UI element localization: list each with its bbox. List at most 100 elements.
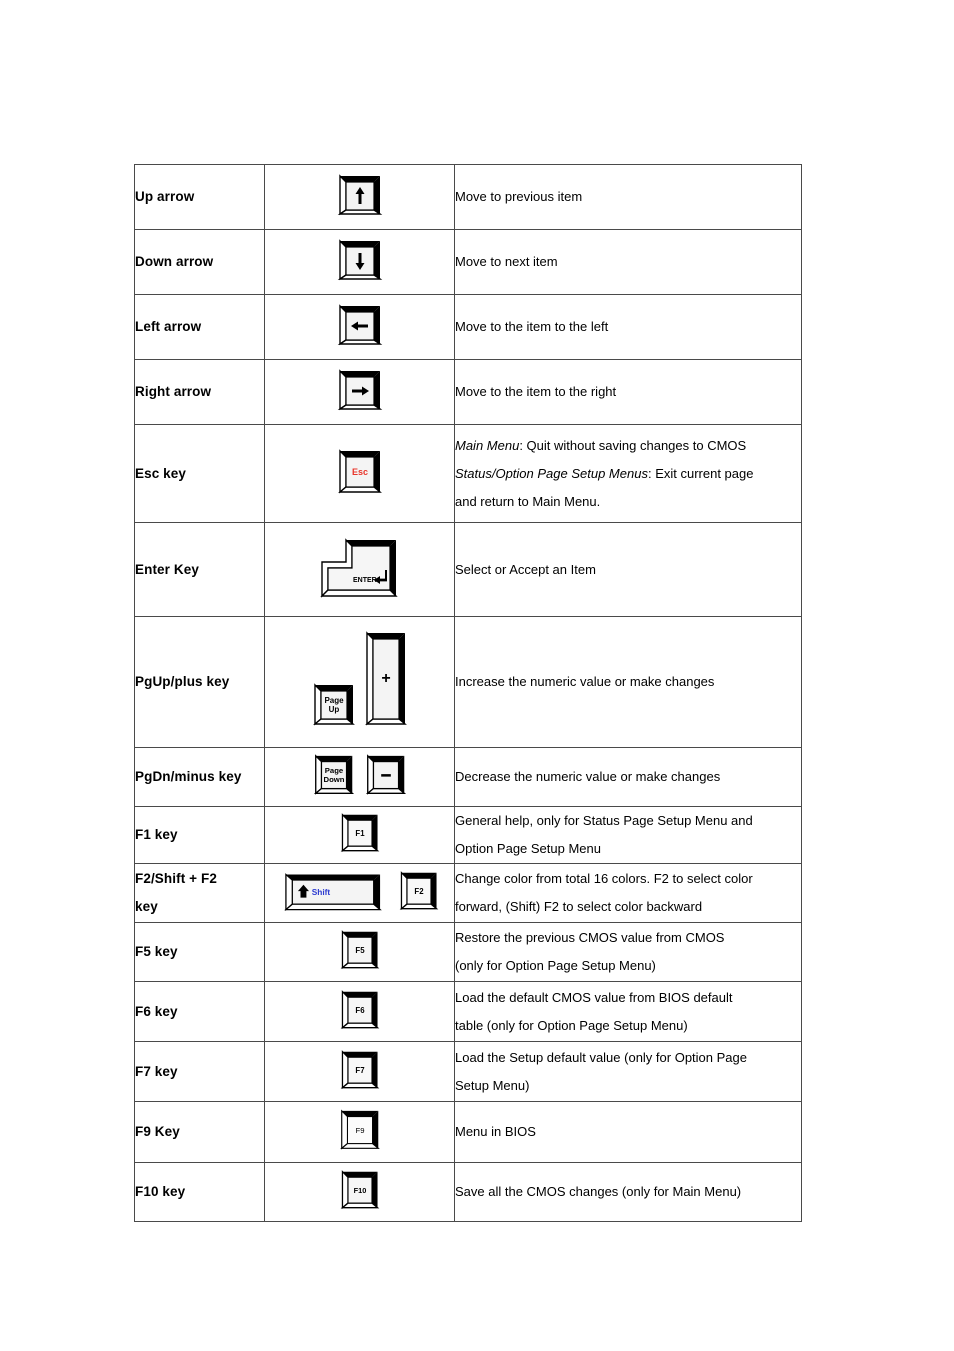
key-glyph-group xyxy=(265,165,454,229)
key-description-cell: Move to the item to the right xyxy=(454,359,802,425)
key-description-cell: General help, only for Status Page Setup… xyxy=(454,806,802,864)
left-arrow-key-icon xyxy=(337,304,382,346)
esc-key-label: Esc xyxy=(351,467,367,477)
plus-key-icon: + xyxy=(364,631,407,726)
table-row: PgDn/minus key Page Down Decrease the nu… xyxy=(134,747,802,807)
key-name-cell: F1 key xyxy=(134,806,265,864)
key-glyph-group: F6 xyxy=(265,982,454,1041)
table-row: Up arrow Move to previous item xyxy=(134,164,802,230)
key-illustration-cell: F1 xyxy=(264,806,455,864)
key-description-cell: Increase the numeric value or make chang… xyxy=(454,616,802,748)
enter-key-icon: ENTER xyxy=(319,537,398,598)
table-row: F1 key F1 General help, only for Status … xyxy=(134,806,802,864)
table-row: Down arrow Move to next item xyxy=(134,229,802,295)
f5-key-icon: F5 xyxy=(340,930,379,970)
desc-line: Option Page Setup Menu xyxy=(455,841,601,856)
key-illustration-cell: Shift F2 xyxy=(264,863,455,923)
f5-key-label: F5 xyxy=(355,946,365,955)
key-name-cell: F5 key xyxy=(134,922,265,982)
plus-key-label: + xyxy=(381,670,390,687)
desc-italic: Status/Option Page Setup Menus xyxy=(455,465,648,481)
f6-key-icon: F6 xyxy=(340,989,379,1029)
key-illustration-cell xyxy=(264,359,455,425)
key-description-cell: Load the Setup default value (only for O… xyxy=(454,1041,802,1102)
key-illustration-cell: Esc xyxy=(264,424,455,523)
key-description-cell: Save all the CMOS changes (only for Main… xyxy=(454,1162,802,1222)
key-description-cell: Select or Accept an Item xyxy=(454,522,802,617)
page-down-key-label-line1: Page xyxy=(324,766,343,775)
key-glyph-group: F1 xyxy=(265,807,454,863)
key-name-cell: Esc key xyxy=(134,424,265,523)
key-name-line: key xyxy=(135,899,158,914)
f10-key-icon: F10 xyxy=(340,1170,379,1210)
page-up-key-icon: Page Up xyxy=(312,683,355,726)
table-row: Right arrow Move to the item to the righ… xyxy=(134,359,802,425)
key-description-cell: Main Menu: Quit without saving changes t… xyxy=(454,424,802,523)
f2-key-icon: F2 xyxy=(399,871,438,911)
key-illustration-cell: ENTER xyxy=(264,522,455,617)
table-row: F5 key F5 Restore the previous CMOS valu… xyxy=(134,922,802,982)
f1-key-icon: F1 xyxy=(340,813,379,853)
right-arrow-key-icon xyxy=(337,369,382,411)
desc-rest: : Exit current page xyxy=(647,465,754,481)
key-name-cell: Right arrow xyxy=(134,359,265,425)
desc-line: and return to Main Menu. xyxy=(455,488,801,516)
table-row: PgUp/plus key Page Up + Increase the num… xyxy=(134,616,802,748)
key-illustration-cell xyxy=(264,229,455,295)
key-name-cell: F2/Shift + F2 key xyxy=(134,863,265,923)
desc-line: Load the Setup default value (only for O… xyxy=(455,1049,747,1065)
bios-key-reference-table: Up arrow Move to previous item Down arro… xyxy=(134,164,802,1222)
key-illustration-cell: F9 xyxy=(264,1101,455,1163)
up-arrow-key-icon xyxy=(337,174,382,216)
key-glyph-group: F10 xyxy=(265,1163,454,1221)
f9-key-label: F9 xyxy=(355,1126,364,1135)
shift-key-icon: Shift xyxy=(283,873,382,912)
key-name-cell: PgDn/minus key xyxy=(134,747,265,807)
desc-line: Load the default CMOS value from BIOS de… xyxy=(455,989,733,1005)
f10-key-label: F10 xyxy=(353,1186,366,1195)
key-illustration-cell: F10 xyxy=(264,1162,455,1222)
key-name-cell: Enter Key xyxy=(134,522,265,617)
desc-line: forward, (Shift) F2 to select color back… xyxy=(455,899,703,914)
key-description-cell: Move to next item xyxy=(454,229,802,295)
f7-key-label: F7 xyxy=(355,1065,365,1074)
key-illustration-cell: F7 xyxy=(264,1041,455,1102)
f9-key-icon: F9 xyxy=(339,1109,380,1150)
key-name-cell: Up arrow xyxy=(134,164,265,230)
key-glyph-group: Shift F2 xyxy=(265,864,454,922)
table-row: Enter Key ENTER Select or Accept an Item xyxy=(134,522,802,617)
key-glyph-group xyxy=(265,230,454,294)
desc-line: Change color from total 16 colors. F2 to… xyxy=(455,871,753,886)
key-description-cell: Move to the item to the left xyxy=(454,294,802,360)
desc-rest: and return to Main Menu. xyxy=(455,493,601,509)
key-glyph-group: Esc xyxy=(265,425,454,522)
key-name-cell: Left arrow xyxy=(134,294,265,360)
key-name-cell: F6 key xyxy=(134,981,265,1042)
table-body: Up arrow Move to previous item Down arro… xyxy=(134,164,802,1222)
shift-key-label: Shift xyxy=(311,887,330,897)
key-name-cell: F10 key xyxy=(134,1162,265,1222)
f6-key-label: F6 xyxy=(355,1005,365,1014)
f2-key-label: F2 xyxy=(414,887,424,896)
desc-line: Main Menu: Quit without saving changes t… xyxy=(455,432,801,460)
key-illustration-cell xyxy=(264,294,455,360)
key-description-cell: Restore the previous CMOS value from CMO… xyxy=(454,922,802,982)
key-description-cell: Load the default CMOS value from BIOS de… xyxy=(454,981,802,1042)
table-row: F9 Key F9 Menu in BIOS xyxy=(134,1101,802,1163)
key-description-cell: Decrease the numeric value or make chang… xyxy=(454,747,802,807)
key-name-cell: PgUp/plus key xyxy=(134,616,265,748)
key-illustration-cell xyxy=(264,164,455,230)
f7-key-icon: F7 xyxy=(340,1049,379,1089)
key-name-cell: Down arrow xyxy=(134,229,265,295)
table-row: F6 key F6 Load the default CMOS value fr… xyxy=(134,981,802,1042)
key-name-cell: F9 Key xyxy=(134,1101,265,1163)
page-down-key-label-line2: Down xyxy=(323,775,344,784)
key-glyph-group: Page Up + xyxy=(265,617,454,747)
table-row: F2/Shift + F2 key Shift F2 Change color … xyxy=(134,863,802,923)
down-arrow-key-icon xyxy=(337,239,382,281)
f1-key-label: F1 xyxy=(355,829,365,838)
desc-line: Restore the previous CMOS value from CMO… xyxy=(455,930,725,945)
key-description-cell: Menu in BIOS xyxy=(454,1101,802,1163)
key-name-cell: F7 key xyxy=(134,1041,265,1102)
document-page: Up arrow Move to previous item Down arro… xyxy=(0,0,954,1351)
